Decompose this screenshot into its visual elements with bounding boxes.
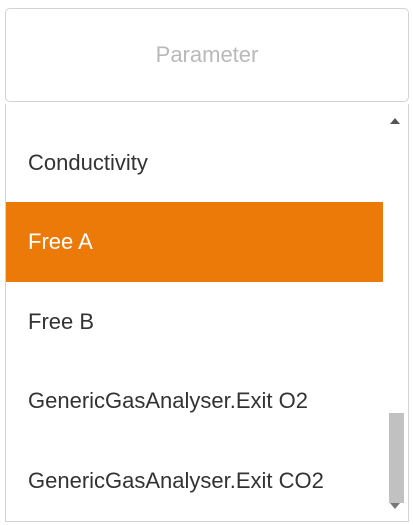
option-label: GenericGasAnalyser.Exit CO2 — [28, 468, 324, 493]
option-free-a[interactable]: Free A — [6, 202, 383, 282]
option-conductivity[interactable]: Conductivity — [6, 123, 383, 203]
option-label: Conductivity — [28, 150, 148, 175]
option-label: GenericGasAnalyser.Exit O2 — [28, 388, 309, 413]
option-genericgasanalyser-exit-co2[interactable]: GenericGasAnalyser.Exit CO2 — [6, 441, 383, 521]
option-free-b[interactable]: Free B — [6, 282, 383, 362]
parameter-field[interactable] — [5, 8, 409, 102]
scroll-thumb[interactable] — [389, 413, 404, 503]
parameter-input[interactable] — [6, 41, 408, 69]
vertical-scrollbar[interactable] — [384, 104, 408, 521]
option-label: Free A — [28, 229, 93, 254]
scroll-down-arrow-icon[interactable] — [390, 503, 400, 509]
option-label: Free B — [28, 309, 95, 334]
parameter-dropdown-list[interactable]: Conductivity Free A Free B GenericGasAna… — [5, 104, 409, 522]
scroll-up-arrow-icon[interactable] — [390, 118, 400, 124]
option-genericgasanalyser-exit-o2[interactable]: GenericGasAnalyser.Exit O2 — [6, 361, 383, 441]
dropdown-options: Conductivity Free A Free B GenericGasAna… — [6, 104, 383, 521]
